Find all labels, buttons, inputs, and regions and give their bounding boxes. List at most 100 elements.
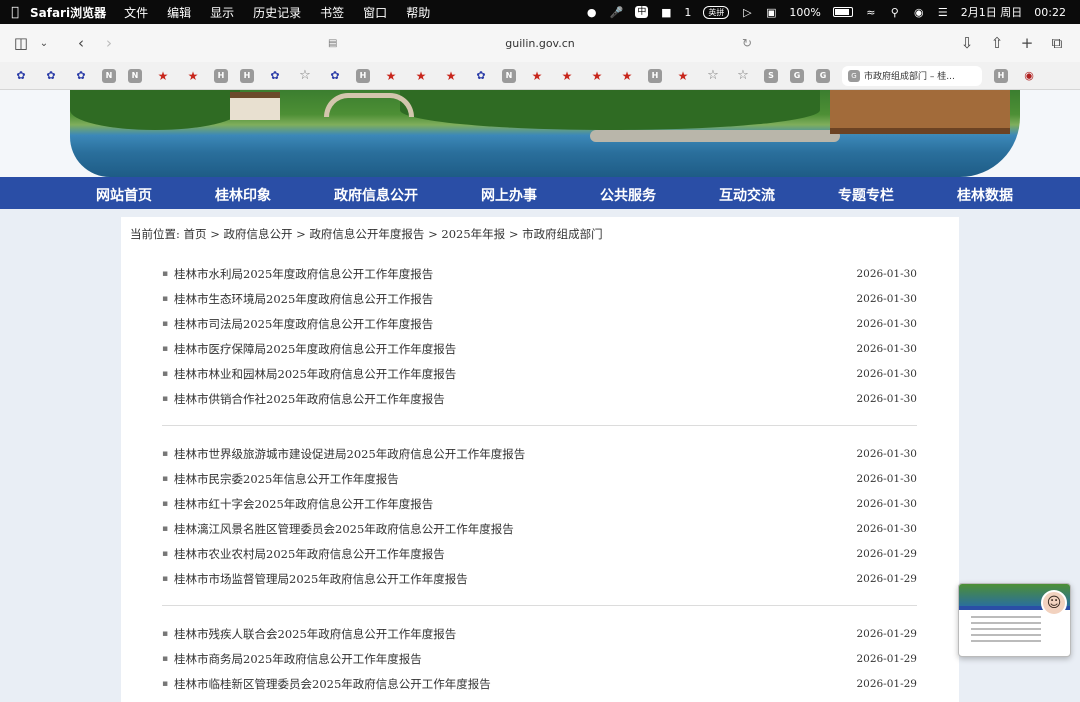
apple-icon[interactable]:  xyxy=(0,5,30,20)
list-item[interactable]: ▪ 桂林市生态环境局2025年度政府信息公开工作报告 2026-01-30 xyxy=(162,286,917,311)
menu-edit[interactable]: 编辑 xyxy=(167,4,191,21)
list-item[interactable]: ▪ 桂林市司法局2025年度政府信息公开工作年度报告 2026-01-30 xyxy=(162,311,917,336)
letter-g-icon[interactable]: G xyxy=(816,68,830,83)
national-emblem-icon[interactable]: ★ xyxy=(442,67,460,85)
list-item[interactable]: ▪ 桂林漓江风景名胜区管理委员会2025年政府信息公开工作年度报告 2026-01-… xyxy=(162,516,917,541)
address-bar[interactable]: ▤ guilin.gov.cn ↻ xyxy=(320,30,760,56)
input-method-icon[interactable]: 中 xyxy=(635,6,649,18)
letter-n-icon[interactable]: N xyxy=(102,68,116,83)
report-title[interactable]: 桂林市林业和园林局2025年政府信息公开工作年度报告 xyxy=(174,366,847,382)
nav-online-services[interactable]: 网上办事 xyxy=(481,185,537,205)
play-icon[interactable]: ▷ xyxy=(741,6,753,19)
report-title[interactable]: 桂林漓江风景名胜区管理委员会2025年政府信息公开工作年度报告 xyxy=(174,521,847,537)
reload-icon[interactable]: ↻ xyxy=(742,36,752,50)
report-title[interactable]: 桂林市残疾人联合会2025年政府信息公开工作年度报告 xyxy=(174,626,847,642)
national-emblem-icon[interactable]: ★ xyxy=(412,67,430,85)
star-icon[interactable]: ☆ xyxy=(734,67,752,85)
baidu-paw-icon[interactable]: ✿ xyxy=(472,67,490,85)
list-item[interactable]: ▪ 桂林市民宗委2025年信息公开工作年度报告 2026-01-30 xyxy=(162,466,917,491)
list-item[interactable]: ▪ 桂林市供销合作社2025年政府信息公开工作年度报告 2026-01-30 xyxy=(162,386,917,411)
menu-file[interactable]: 文件 xyxy=(124,4,148,21)
new-tab-icon[interactable]: + xyxy=(1014,30,1040,56)
star-icon[interactable]: ☆ xyxy=(704,67,722,85)
record-icon[interactable]: ● xyxy=(586,6,598,19)
report-title[interactable]: 桂林市供销合作社2025年政府信息公开工作年度报告 xyxy=(174,391,847,407)
breadcrumb-gov-info[interactable]: 政府信息公开 xyxy=(223,227,292,241)
app-name-menu[interactable]: Safari浏览器 xyxy=(30,4,106,21)
list-item[interactable]: ▪ 桂林市农业农村局2025年政府信息公开工作年度报告 2026-01-29 xyxy=(162,541,917,566)
page-menu-icon[interactable]: ▤ xyxy=(328,38,337,49)
report-title[interactable]: 桂林市农业农村局2025年政府信息公开工作年度报告 xyxy=(174,546,847,562)
breadcrumb-home[interactable]: 首页 xyxy=(184,227,207,241)
baidu-paw-icon[interactable]: ✿ xyxy=(12,67,30,85)
star-icon[interactable]: ☆ xyxy=(296,67,314,85)
menu-history[interactable]: 历史记录 xyxy=(253,4,301,21)
nav-guilin-impression[interactable]: 桂林印象 xyxy=(215,185,271,205)
baidu-paw-icon[interactable]: ✿ xyxy=(266,67,284,85)
sidebar-toggle-icon[interactable]: ◫ xyxy=(8,30,34,56)
letter-g-icon[interactable]: G xyxy=(790,68,804,83)
letter-h-icon[interactable]: H xyxy=(240,68,254,83)
report-title[interactable]: 桂林市世界级旅游城市建设促进局2025年政府信息公开工作年度报告 xyxy=(174,446,847,462)
shirt-icon[interactable]: ■ xyxy=(660,6,672,19)
menu-window[interactable]: 窗口 xyxy=(363,4,387,21)
nav-public-services[interactable]: 公共服务 xyxy=(600,185,656,205)
national-emblem-icon[interactable]: ★ xyxy=(528,67,546,85)
list-item[interactable]: ▪ 桂林市林业和园林局2025年政府信息公开工作年度报告 2026-01-30 xyxy=(162,361,917,386)
assistant-avatar-icon[interactable]: ☺ xyxy=(1041,590,1067,616)
ball-icon[interactable]: ◉ xyxy=(1020,67,1038,85)
menu-help[interactable]: 帮助 xyxy=(406,4,430,21)
letter-h-icon[interactable]: H xyxy=(214,68,228,83)
nav-guilin-data[interactable]: 桂林数据 xyxy=(957,185,1013,205)
list-item[interactable]: ▪ 桂林市医疗保障局2025年度政府信息公开工作年度报告 2026-01-30 xyxy=(162,336,917,361)
list-item[interactable]: ▪ 桂林市红十字会2025年政府信息公开工作年度报告 2026-01-30 xyxy=(162,491,917,516)
breadcrumb-2025-reports[interactable]: 2025年年报 xyxy=(441,227,505,241)
menubar-date[interactable]: 2月1日 周日 xyxy=(961,4,1023,20)
floating-preview-window[interactable]: ☺ xyxy=(958,583,1071,657)
report-title[interactable]: 桂林市市场监督管理局2025年政府信息公开工作年度报告 xyxy=(174,571,847,587)
letter-n-icon[interactable]: N xyxy=(502,68,516,83)
national-emblem-icon[interactable]: ★ xyxy=(588,67,606,85)
national-emblem-icon[interactable]: ★ xyxy=(154,67,172,85)
active-tab[interactable]: G 市政府组成部门 – 桂... xyxy=(842,65,982,86)
wifi-icon[interactable]: ≈ xyxy=(865,6,877,19)
microphone-icon[interactable]: 🎤 xyxy=(610,6,624,19)
control-center-icon[interactable]: ☰ xyxy=(937,6,949,19)
tab-overview-icon[interactable]: ⧉ xyxy=(1044,30,1070,56)
input-mode-pill[interactable]: 英拼 xyxy=(703,5,730,19)
report-title[interactable]: 桂林市临桂新区管理委员会2025年政府信息公开工作年度报告 xyxy=(174,676,847,692)
list-item[interactable]: ▪ 桂林市残疾人联合会2025年政府信息公开工作年度报告 2026-01-29 xyxy=(162,621,917,646)
list-item[interactable]: ▪ 桂林市临桂新区管理委员会2025年政府信息公开工作年度报告 2026-01-29 xyxy=(162,671,917,696)
baidu-paw-icon[interactable]: ✿ xyxy=(326,67,344,85)
report-title[interactable]: 桂林市红十字会2025年政府信息公开工作年度报告 xyxy=(174,496,847,512)
national-emblem-icon[interactable]: ★ xyxy=(674,67,692,85)
nav-gov-info[interactable]: 政府信息公开 xyxy=(334,185,418,205)
report-title[interactable]: 桂林市民宗委2025年信息公开工作年度报告 xyxy=(174,471,847,487)
search-icon[interactable]: ⚲ xyxy=(889,6,901,19)
nav-special-topics[interactable]: 专题专栏 xyxy=(838,185,894,205)
menu-bookmarks[interactable]: 书签 xyxy=(320,4,344,21)
national-emblem-icon[interactable]: ★ xyxy=(618,67,636,85)
nav-interaction[interactable]: 互动交流 xyxy=(719,185,775,205)
menubar-time[interactable]: 00:22 xyxy=(1034,6,1066,19)
report-title[interactable]: 桂林市医疗保障局2025年度政府信息公开工作年度报告 xyxy=(174,341,847,357)
chevron-down-icon[interactable]: ⌄ xyxy=(36,30,52,56)
breadcrumb-annual-reports[interactable]: 政府信息公开年度报告 xyxy=(309,227,424,241)
national-emblem-icon[interactable]: ★ xyxy=(382,67,400,85)
national-emblem-icon[interactable]: ★ xyxy=(558,67,576,85)
menu-view[interactable]: 显示 xyxy=(210,4,234,21)
list-item[interactable]: ▪ 桂林市水利局2025年度政府信息公开工作年度报告 2026-01-30 xyxy=(162,261,917,286)
siri-icon[interactable]: ◉ xyxy=(913,6,925,19)
report-title[interactable]: 桂林市水利局2025年度政府信息公开工作年度报告 xyxy=(174,266,847,282)
back-icon[interactable]: ‹ xyxy=(68,30,94,56)
list-item[interactable]: ▪ 桂林市世界级旅游城市建设促进局2025年政府信息公开工作年度报告 2026-01… xyxy=(162,441,917,466)
letter-s-icon[interactable]: S xyxy=(764,68,778,83)
download-icon[interactable]: ⇩ xyxy=(954,30,980,56)
breadcrumb-departments[interactable]: 市政府组成部门 xyxy=(522,227,603,241)
baidu-paw-icon[interactable]: ✿ xyxy=(72,67,90,85)
report-title[interactable]: 桂林市司法局2025年度政府信息公开工作年度报告 xyxy=(174,316,847,332)
report-title[interactable]: 桂林市生态环境局2025年度政府信息公开工作报告 xyxy=(174,291,847,307)
nav-home[interactable]: 网站首页 xyxy=(96,185,152,205)
battery-icon[interactable] xyxy=(832,7,853,17)
sync-icon[interactable]: ▣ xyxy=(765,6,777,19)
